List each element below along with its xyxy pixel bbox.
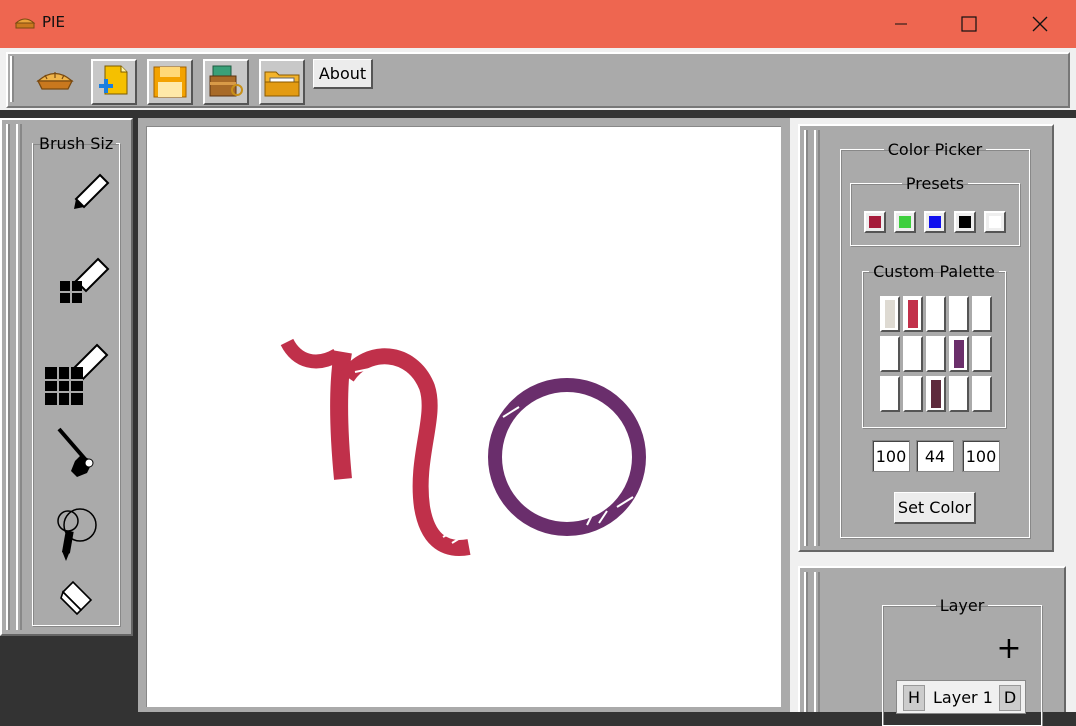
title-bar: PIE bbox=[0, 0, 1076, 48]
layer-title: Layer bbox=[939, 596, 985, 615]
palette-swatch[interactable] bbox=[949, 336, 969, 372]
preset-swatch-red[interactable] bbox=[864, 211, 886, 233]
preset-swatch-blue[interactable] bbox=[924, 211, 946, 233]
color-value-1[interactable]: 100 bbox=[872, 440, 910, 472]
layer-panel-border bbox=[814, 572, 820, 712]
palette-swatch[interactable] bbox=[880, 376, 900, 412]
new-file-icon bbox=[99, 65, 128, 95]
close-button[interactable] bbox=[1017, 0, 1063, 48]
palette-swatch[interactable] bbox=[949, 376, 969, 412]
palette-swatch[interactable] bbox=[972, 296, 992, 332]
preset-swatch-black[interactable] bbox=[954, 211, 976, 233]
layer-panel: Layer + H Layer 1 D bbox=[798, 566, 1066, 726]
about-button[interactable]: About bbox=[313, 59, 373, 89]
preset-swatch-white[interactable] bbox=[984, 211, 1006, 233]
letter-o-stroke bbox=[488, 378, 646, 536]
pencil-small-icon[interactable] bbox=[66, 170, 116, 214]
add-layer-button[interactable]: + bbox=[994, 634, 1024, 664]
brush-size-title: Brush Siz bbox=[39, 134, 114, 153]
palette-swatch[interactable] bbox=[903, 376, 923, 412]
drawing-canvas[interactable] bbox=[146, 126, 781, 707]
brush-panel: Brush Siz bbox=[0, 118, 133, 636]
pie-logo-icon[interactable] bbox=[32, 60, 78, 100]
color-panel-border bbox=[814, 130, 820, 546]
save-button[interactable] bbox=[147, 59, 193, 105]
layer-name: Layer 1 bbox=[933, 688, 993, 707]
open-folder-icon bbox=[264, 71, 300, 97]
canvas-drawing bbox=[280, 338, 646, 556]
open-folder-button[interactable] bbox=[259, 59, 305, 105]
preset-swatches bbox=[864, 211, 1014, 235]
set-color-button[interactable]: Set Color bbox=[894, 492, 976, 524]
presets-group: Presets bbox=[850, 174, 1020, 246]
maximize-button[interactable] bbox=[946, 0, 992, 48]
color-picker-title: Color Picker bbox=[887, 140, 983, 159]
palette-swatch[interactable] bbox=[926, 376, 946, 412]
palette-swatch[interactable] bbox=[880, 296, 900, 332]
eraser-icon[interactable] bbox=[56, 576, 96, 620]
save-icon bbox=[153, 66, 187, 98]
color-value-2[interactable]: 44 bbox=[916, 440, 954, 472]
custom-palette-grid bbox=[880, 296, 992, 414]
hide-layer-button[interactable]: H bbox=[903, 685, 925, 711]
palette-swatch[interactable] bbox=[972, 376, 992, 412]
layer-row[interactable]: H Layer 1 D bbox=[896, 680, 1026, 714]
brush-panel-grip[interactable] bbox=[6, 124, 10, 630]
palette-swatch[interactable] bbox=[972, 336, 992, 372]
letter-n-stroke bbox=[280, 338, 471, 556]
palette-swatch[interactable] bbox=[903, 296, 923, 332]
preset-swatch-green[interactable] bbox=[894, 211, 916, 233]
pie-app-icon bbox=[14, 14, 36, 32]
color-panel: Color Picker Presets Custom Palette 100 … bbox=[798, 124, 1054, 552]
palette-swatch[interactable] bbox=[926, 336, 946, 372]
brush-medium-icon[interactable] bbox=[54, 254, 114, 312]
export-button[interactable] bbox=[203, 59, 249, 105]
dropper-brush-icon[interactable] bbox=[52, 424, 102, 484]
export-icon bbox=[209, 65, 243, 97]
window-title: PIE bbox=[42, 13, 65, 31]
spray-can-icon[interactable] bbox=[52, 500, 102, 564]
presets-title: Presets bbox=[905, 174, 965, 193]
layer-panel-grip[interactable] bbox=[804, 572, 808, 712]
brush-large-icon[interactable] bbox=[42, 340, 114, 410]
color-panel-grip[interactable] bbox=[804, 130, 808, 546]
palette-swatch[interactable] bbox=[880, 336, 900, 372]
palette-swatch[interactable] bbox=[926, 296, 946, 332]
toolbar: About bbox=[0, 48, 1076, 110]
color-value-3[interactable]: 100 bbox=[962, 440, 1000, 472]
toolbar-panel: About bbox=[6, 52, 1070, 108]
toolbar-grip[interactable] bbox=[10, 56, 14, 102]
palette-swatch[interactable] bbox=[949, 296, 969, 332]
brush-panel-border bbox=[16, 124, 22, 630]
minimize-button[interactable] bbox=[878, 0, 924, 48]
new-file-button[interactable] bbox=[91, 59, 137, 105]
custom-palette-title: Custom Palette bbox=[873, 262, 995, 281]
palette-swatch[interactable] bbox=[903, 336, 923, 372]
delete-layer-button[interactable]: D bbox=[999, 685, 1021, 711]
